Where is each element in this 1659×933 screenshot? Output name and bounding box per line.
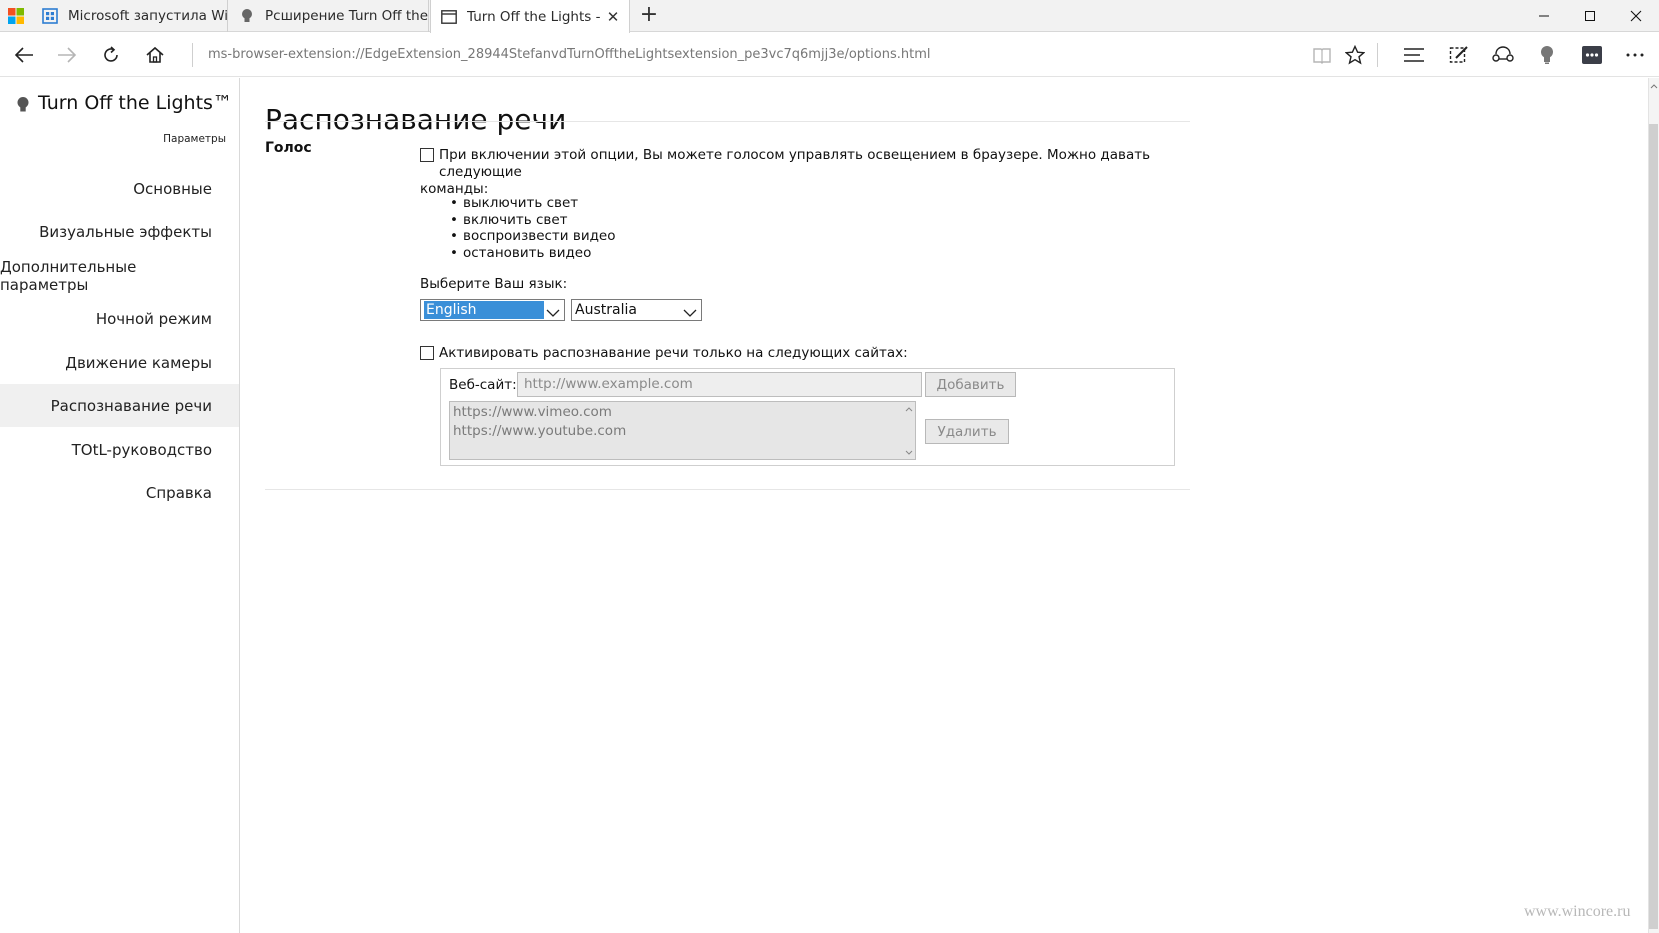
voice-control-checkbox[interactable]	[420, 148, 434, 162]
settings-sidebar: Turn Off the Lights™ Параметры Основные …	[0, 78, 240, 933]
refresh-button[interactable]	[95, 39, 127, 71]
sidebar-item-label: Визуальные эффекты	[39, 222, 212, 241]
sidebar-item-label: Движение камеры	[65, 353, 212, 372]
sidebar-item-speech-recognition[interactable]: Распознавание речи	[0, 384, 239, 427]
sidebar-item-label: Справка	[145, 483, 212, 502]
website-input[interactable]: http://www.example.com	[517, 372, 922, 397]
sidebar-item-night-mode[interactable]: Ночной режим	[0, 297, 239, 340]
list-item: воспроизвести видео	[450, 228, 616, 245]
list-item: остановить видео	[450, 245, 616, 262]
chevron-down-icon	[683, 304, 697, 324]
page-icon	[441, 9, 457, 25]
sites-only-checkbox[interactable]	[420, 346, 434, 360]
close-window-button[interactable]	[1613, 0, 1659, 32]
address-separator	[192, 43, 193, 67]
share-icon[interactable]	[1487, 39, 1519, 71]
lights-extension-icon[interactable]	[1531, 39, 1563, 71]
list-scrollbar[interactable]	[904, 404, 914, 458]
store-icon	[42, 8, 58, 24]
more-icon[interactable]	[1619, 39, 1651, 71]
chevron-down-icon	[546, 304, 560, 324]
sites-option-label: Активировать распознавание речи только н…	[439, 345, 908, 361]
list-item[interactable]: https://www.youtube.com	[453, 422, 915, 441]
maximize-button[interactable]	[1567, 0, 1613, 32]
website-label: Веб-сайт:	[449, 377, 517, 393]
new-tab-button[interactable]: +	[637, 4, 661, 28]
sidebar-item-label: Распознавание речи	[50, 396, 212, 415]
page-scroll-thumb[interactable]	[1649, 124, 1658, 929]
app-subtitle: Параметры	[163, 133, 226, 145]
sidebar-item-label: Основные	[133, 179, 212, 198]
sidebar-item-help[interactable]: Справка	[0, 471, 239, 514]
title-bar: Microsoft запустила Windo Рсширение Turn…	[0, 0, 1659, 33]
list-item[interactable]: https://www.vimeo.com	[453, 403, 915, 422]
voice-option-text: При включении этой опции, Вы можете голо…	[420, 147, 1179, 198]
sites-list[interactable]: https://www.vimeo.com https://www.youtub…	[449, 401, 916, 460]
language-value: English	[424, 301, 544, 319]
tab-extension[interactable]: Рсширение Turn Off the Lig	[229, 0, 429, 32]
list-item: включить свет	[450, 212, 616, 229]
bulb-logo-icon	[16, 96, 30, 118]
sidebar-item-basic[interactable]: Основные	[0, 167, 239, 210]
favorite-star-icon[interactable]	[1339, 39, 1371, 71]
page-title: Распознавание речи	[265, 102, 567, 136]
minimize-button[interactable]	[1521, 0, 1567, 32]
browser-toolbar: ms-browser-extension://EdgeExtension_289…	[0, 33, 1659, 77]
list-item: выключить свет	[450, 195, 616, 212]
sidebar-item-advanced[interactable]: Дополнительные параметры	[0, 254, 239, 297]
web-note-icon[interactable]	[1443, 39, 1475, 71]
section-divider	[265, 489, 1190, 490]
sidebar-item-camera-motion[interactable]: Движение камеры	[0, 341, 239, 384]
home-button[interactable]	[139, 39, 171, 71]
tab-title: Рсширение Turn Off the Lig	[265, 8, 428, 24]
tab-options[interactable]: Turn Off the Lights - Or ✕	[430, 0, 630, 33]
tab-microsoft[interactable]: Microsoft запустила Windo	[32, 0, 228, 32]
toolbar-separator	[1377, 43, 1378, 67]
sidebar-item-label: Ночной режим	[95, 309, 212, 328]
address-bar[interactable]: ms-browser-extension://EdgeExtension_289…	[208, 47, 930, 62]
voice-commands-list: выключить свет включить свет воспроизвес…	[450, 195, 616, 261]
close-tab-icon[interactable]: ✕	[603, 8, 623, 26]
back-button[interactable]	[8, 39, 40, 71]
forward-button[interactable]	[51, 39, 83, 71]
language-label: Выберите Ваш язык:	[420, 276, 568, 292]
reading-view-icon[interactable]	[1306, 39, 1338, 71]
bulb-icon	[239, 8, 255, 24]
remove-site-button[interactable]: Удалить	[925, 419, 1009, 444]
sidebar-item-guide[interactable]: TOtL-руководство	[0, 428, 239, 471]
voice-option-line1: При включении этой опции, Вы можете голо…	[439, 147, 1151, 180]
section-label-voice: Голос	[265, 140, 312, 156]
brand: Turn Off the Lights™ Параметры	[16, 92, 232, 145]
app-name: Turn Off the Lights™	[38, 92, 232, 114]
tab-title: Turn Off the Lights - Or	[467, 8, 603, 25]
language-select[interactable]: English	[420, 299, 565, 321]
region-select[interactable]: Australia	[571, 299, 702, 321]
sidebar-item-label: Дополнительные параметры	[0, 257, 137, 294]
sidebar-item-visual-effects[interactable]: Визуальные эффекты	[0, 210, 239, 253]
tab-title: Microsoft запустила Windo	[68, 8, 227, 24]
add-site-button[interactable]: Добавить	[925, 372, 1016, 397]
windows-logo-icon	[8, 8, 24, 24]
region-value: Australia	[575, 302, 637, 318]
title-divider	[265, 121, 1190, 122]
sidebar-item-label: TOtL-руководство	[71, 440, 212, 459]
extension-box-icon[interactable]	[1576, 39, 1608, 71]
hub-icon[interactable]	[1398, 39, 1430, 71]
watermark: www.wincore.ru	[1524, 903, 1631, 920]
